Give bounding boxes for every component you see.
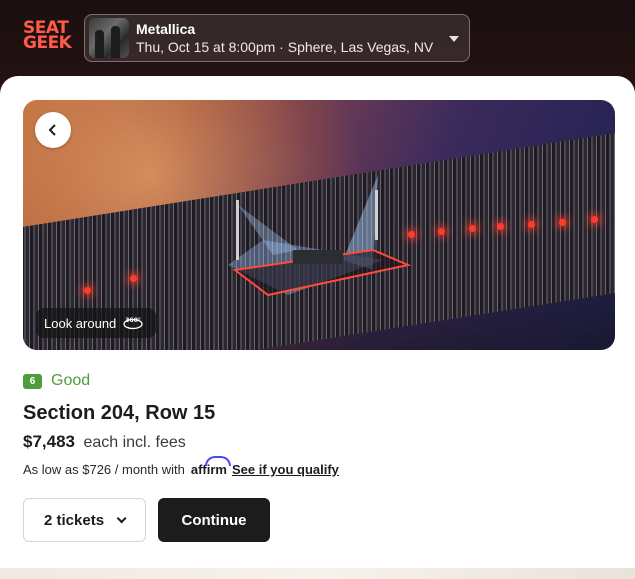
light-dot [84,287,91,294]
ticket-quantity-select[interactable]: 2 tickets [23,498,146,542]
light-dot [438,228,445,235]
light-dot [130,275,137,282]
affirm-logo: affirm [191,456,231,477]
affirm-financing: As low as $726 / month with affirm See i… [23,456,339,477]
deal-score-badge: 6 [23,373,42,389]
deal-score-label: Good [51,372,91,389]
event-title: Metallica [136,20,196,37]
next-card-peek [0,568,635,579]
light-dot [408,231,415,238]
top-header: SEAT GEEK Metallica Thu, Oct 15 at 8:00p… [0,0,635,76]
chevron-down-icon [116,512,127,523]
price-note: each incl. fees [83,434,186,451]
seatgeek-logo[interactable]: SEAT GEEK [23,20,72,55]
price-line: $7,483 each incl. fees [23,432,186,452]
event-selector[interactable]: Metallica Thu, Oct 15 at 8:00pm · Sphere… [84,14,470,62]
light-dot [469,225,476,232]
back-button[interactable] [35,112,71,148]
logo-line-2: GEEK [23,33,72,53]
view-360-text: 360° [126,317,142,324]
affirm-text: As low as $726 / month with [23,462,185,477]
deal-score: 6 Good [23,372,90,390]
event-subtitle: Thu, Oct 15 at 8:00pm · Sphere, Las Vega… [136,38,434,55]
look-around-button[interactable]: Look around 360° [36,308,156,338]
light-dot [497,223,504,230]
event-thumbnail [89,18,129,58]
listing-card: Look around 360° 6 Good Section 204, Row… [0,76,635,568]
light-dot [591,216,598,223]
ticket-quantity-label: 2 tickets [44,511,105,529]
look-around-label: Look around [44,315,117,331]
chevron-left-icon [48,124,56,136]
ticket-price: $7,483 [23,432,75,451]
section-row-title: Section 204, Row 15 [23,402,216,424]
continue-button[interactable]: Continue [158,498,270,542]
see-if-you-qualify-link[interactable]: See if you qualify [232,462,339,477]
caret-down-icon [449,36,459,42]
light-dot [528,221,535,228]
seat-view-image[interactable]: Look around 360° [23,100,615,350]
light-dot [559,219,566,226]
view-360-icon: 360° [123,317,143,330]
